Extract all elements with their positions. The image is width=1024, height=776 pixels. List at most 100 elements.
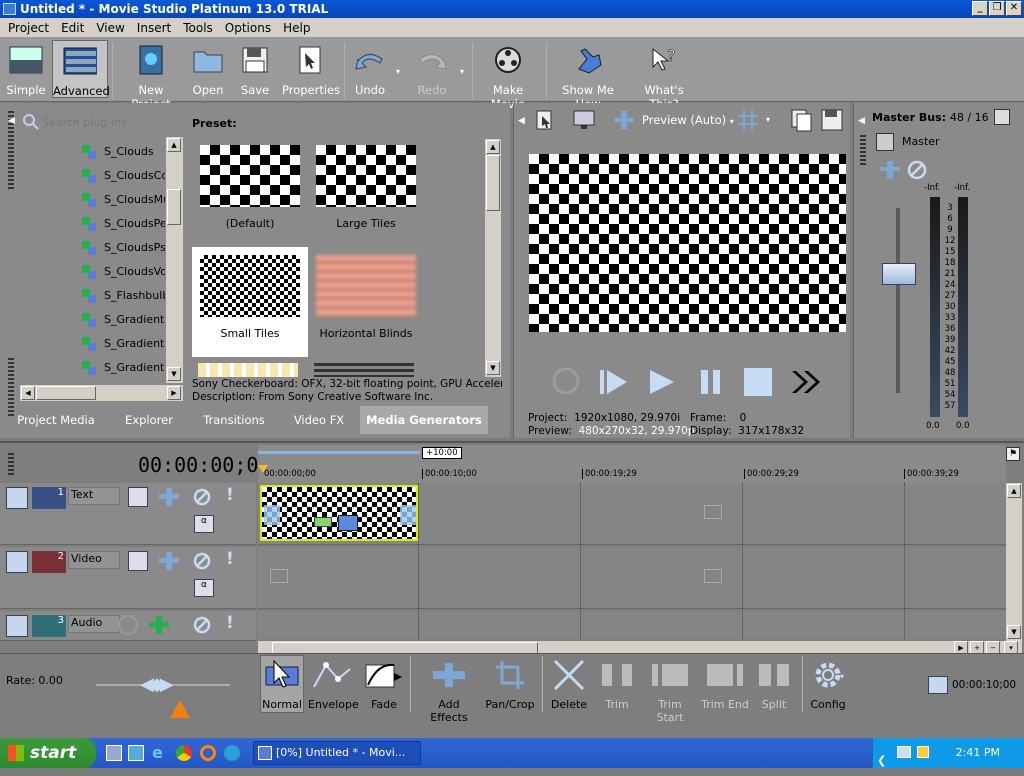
simple-button[interactable]: Simple xyxy=(4,43,48,97)
master-fx-icon[interactable] xyxy=(876,133,894,151)
timeline-ruler[interactable]: +10:00 00:00:00;00 00:00:10;00 00:00:19;… xyxy=(258,445,1006,483)
menu-view[interactable]: View xyxy=(90,21,130,35)
trim-end-tool[interactable]: Trim End xyxy=(700,656,750,711)
preset-default[interactable]: (Default) xyxy=(198,145,302,230)
track-lane-text[interactable] xyxy=(258,483,1006,545)
preset-scrollbar[interactable]: ▲ ▼ xyxy=(485,139,501,377)
network-icon[interactable] xyxy=(897,746,911,758)
normal-edit-tool[interactable]: Normal xyxy=(260,655,304,713)
add-effects-tool[interactable]: Add Effects xyxy=(418,656,480,724)
tab-project-media[interactable]: Project Media xyxy=(10,406,102,434)
scroll-right-icon[interactable]: ▶ xyxy=(167,386,181,400)
track-expand-icon[interactable] xyxy=(6,615,28,637)
scroll-up-icon[interactable]: ▲ xyxy=(1007,484,1021,498)
grid-dropdown-icon[interactable]: ▾ xyxy=(766,115,770,124)
menu-edit[interactable]: Edit xyxy=(55,21,90,35)
marker-flag-icon[interactable]: ⚑ xyxy=(1006,447,1020,461)
config-dropdown-icon[interactable]: ▾ xyxy=(840,672,844,681)
compositing-mode-icon[interactable]: α xyxy=(194,515,214,533)
preview-quality-dropdown[interactable]: Preview (Auto) ▾ xyxy=(642,113,734,127)
list-item[interactable]: S_GradientMi xyxy=(80,333,165,353)
list-item[interactable]: S_Clouds xyxy=(80,141,154,161)
delete-tool[interactable]: Delete xyxy=(548,656,590,711)
pan-crop-icon[interactable] xyxy=(338,515,358,531)
fast-forward-button[interactable] xyxy=(790,367,822,397)
tab-media-generators[interactable]: Media Generators xyxy=(360,406,488,434)
track-fx-icon[interactable] xyxy=(128,487,148,507)
redo-button[interactable]: Redo xyxy=(412,43,452,97)
make-movie-button[interactable]: Make Movie xyxy=(478,43,538,111)
track-solo-icon[interactable]: ! xyxy=(226,613,234,633)
save-button[interactable]: Save xyxy=(238,43,272,97)
automation-icon[interactable] xyxy=(878,159,902,181)
track-expand-icon[interactable] xyxy=(6,487,28,509)
search-app-icon[interactable] xyxy=(200,745,216,761)
show-me-how-button[interactable]: Show Me How xyxy=(552,43,624,111)
track-name[interactable]: Text xyxy=(68,487,120,505)
record-button[interactable] xyxy=(552,367,580,395)
maximize-button[interactable]: ❐ xyxy=(989,1,1005,16)
compositing-mode-icon[interactable]: α xyxy=(194,579,214,597)
track-fx-icon[interactable] xyxy=(128,551,148,571)
undo-button[interactable]: Undo xyxy=(352,43,388,97)
properties-button[interactable]: Properties xyxy=(282,43,340,97)
new-project-button[interactable]: New Project xyxy=(118,43,184,111)
master-volume-fader[interactable] xyxy=(882,263,916,285)
list-item[interactable]: S_CloudsColo xyxy=(80,165,165,185)
undo-dropdown-icon[interactable]: ▾ xyxy=(396,67,400,76)
list-item[interactable]: S_CloudsMult xyxy=(80,189,165,209)
timeline-v-scrollbar[interactable]: ▲ ▼ xyxy=(1006,483,1022,641)
open-button[interactable]: Open xyxy=(190,43,226,97)
tab-transitions[interactable]: Transitions xyxy=(192,406,276,434)
plugin-search-input[interactable] xyxy=(42,115,172,129)
scroll-up-icon[interactable]: ▲ xyxy=(486,140,500,154)
split-tool[interactable]: Split xyxy=(752,656,796,711)
config-tool[interactable]: Config xyxy=(806,656,850,711)
list-item[interactable]: S_Gradient xyxy=(80,309,164,329)
track-name[interactable]: Video xyxy=(68,551,120,569)
show-desktop-icon[interactable] xyxy=(106,745,122,761)
track-header-audio[interactable]: 3 Audio ! xyxy=(0,611,256,641)
menu-insert[interactable]: Insert xyxy=(131,21,177,35)
redo-dropdown-icon[interactable]: ▾ xyxy=(460,67,464,76)
chrome-icon[interactable] xyxy=(176,745,192,761)
split-screen-icon[interactable] xyxy=(612,109,636,131)
tray-expand-icon[interactable]: ❮ xyxy=(877,746,886,776)
master-collapse-icon[interactable]: ◀ xyxy=(858,116,865,126)
track-lane-video[interactable] xyxy=(258,547,1006,609)
grid-overlay-icon[interactable] xyxy=(736,108,760,132)
preset-small-tiles[interactable]: Small Tiles xyxy=(192,247,308,357)
scroll-down-icon[interactable]: ▼ xyxy=(486,361,500,375)
play-button[interactable] xyxy=(646,367,676,397)
track-solo-icon[interactable]: ! xyxy=(226,549,234,569)
track-automation-icon[interactable] xyxy=(158,551,180,571)
scroll-down-icon[interactable]: ▼ xyxy=(167,367,181,381)
track-mute-icon[interactable] xyxy=(192,487,212,507)
close-button[interactable]: ✕ xyxy=(1006,1,1022,16)
envelope-edit-tool[interactable]: Envelope xyxy=(308,656,359,711)
volume-icon[interactable] xyxy=(917,746,929,758)
ie-icon[interactable]: e xyxy=(152,743,163,762)
external-monitor-icon[interactable] xyxy=(572,109,596,131)
tree-h-scrollbar[interactable]: ◀ ▶ xyxy=(20,385,183,401)
tab-explorer[interactable]: Explorer xyxy=(108,406,190,434)
list-item[interactable]: S_CloudsPsyl xyxy=(80,237,165,257)
menu-tools[interactable]: Tools xyxy=(177,21,219,35)
track-automation-icon[interactable] xyxy=(158,487,180,507)
track-header-text[interactable]: 1 Text ! α xyxy=(0,483,256,545)
list-item[interactable]: S_CloudsPers xyxy=(80,213,165,233)
explorer-icon[interactable] xyxy=(128,745,144,761)
arm-record-icon[interactable] xyxy=(118,615,138,635)
rate-marker-icon[interactable] xyxy=(170,700,190,718)
menu-project[interactable]: Project xyxy=(2,21,55,35)
event-fx-icon[interactable] xyxy=(314,517,332,527)
minimize-button[interactable]: _ xyxy=(972,1,988,16)
scroll-down-icon[interactable]: ▼ xyxy=(1007,625,1021,639)
track-mute-icon[interactable] xyxy=(192,551,212,571)
scroll-left-icon[interactable]: ◀ xyxy=(21,386,35,400)
track-solo-icon[interactable]: ! xyxy=(226,485,234,505)
save-snapshot-icon[interactable] xyxy=(820,108,844,132)
list-item[interactable]: S_GradientRa xyxy=(80,357,165,377)
track-expand-icon[interactable] xyxy=(6,551,28,573)
scroll-up-icon[interactable]: ▲ xyxy=(167,138,181,152)
